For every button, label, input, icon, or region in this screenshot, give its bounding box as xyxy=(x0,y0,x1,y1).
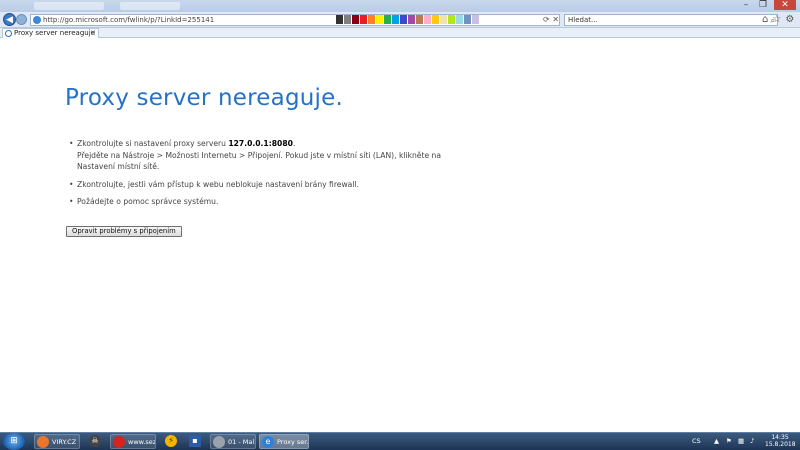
firefox-icon xyxy=(37,436,49,448)
ie-tab-icon xyxy=(5,30,12,37)
palette-swatch[interactable] xyxy=(448,15,455,24)
taskbar-item-viry[interactable]: VIRY.CZ •... xyxy=(34,434,80,449)
palette-swatch[interactable] xyxy=(432,15,439,24)
palette-swatch[interactable] xyxy=(424,15,431,24)
proxy-address: 127.0.0.1:8080 xyxy=(228,139,293,148)
palette-swatch[interactable] xyxy=(472,15,479,24)
internet-explorer-icon: e xyxy=(262,436,274,448)
taskbar: ⊞ VIRY.CZ •... ☠ www.sez... ⚡ ▪ 01 - Mal… xyxy=(0,432,800,450)
volume-icon[interactable]: ♪ xyxy=(750,434,754,449)
palette-swatch[interactable] xyxy=(400,15,407,24)
tab-proxy-server[interactable]: Proxy server nereaguje ✕ xyxy=(2,28,99,38)
background-tab-ghost xyxy=(34,2,104,10)
palette-swatch[interactable] xyxy=(336,15,343,24)
list-item: Zkontrolujte, jestli vám přístup k webu … xyxy=(69,179,477,191)
language-indicator[interactable]: CS xyxy=(692,434,701,449)
page-title: Proxy server nereaguje. xyxy=(65,85,343,111)
palette-swatch[interactable] xyxy=(416,15,423,24)
taskbar-item-proxy[interactable]: e Proxy ser... xyxy=(259,434,309,449)
gear-icon[interactable]: ⚙ xyxy=(785,13,794,27)
tip-1-instructions: Přejděte na Nástroje > Možnosti Internet… xyxy=(77,150,441,172)
tip-1-prefix: Zkontrolujte si nastavení proxy serveru xyxy=(77,139,229,148)
palette-swatch[interactable] xyxy=(384,15,391,24)
taskbar-item-label: Proxy ser... xyxy=(277,438,309,446)
network-icon[interactable]: ▦ xyxy=(738,434,744,449)
palette-swatch[interactable] xyxy=(376,15,383,24)
flag-icon[interactable]: ⚑ xyxy=(726,434,732,449)
taskbar-item-label: 01 - Mal... xyxy=(228,438,255,446)
tray-expand-icon[interactable]: ▲ xyxy=(714,434,719,449)
palette-swatch[interactable] xyxy=(440,15,447,24)
taskbar-item-seznam[interactable]: www.sez... xyxy=(110,434,156,449)
color-palette-toolbar xyxy=(336,15,479,24)
tip-3-text: Požádejte o pomoc správce systému. xyxy=(77,197,219,206)
home-icon[interactable]: ⌂ xyxy=(762,13,768,27)
palette-swatch[interactable] xyxy=(352,15,359,24)
tab-bar: Proxy server nereaguje ✕ xyxy=(0,28,800,38)
toolbar-icons: ⌂ ☆ ⚙ xyxy=(762,13,794,27)
refresh-icon[interactable]: ⟳ ✕ xyxy=(543,14,559,26)
palette-swatch[interactable] xyxy=(408,15,415,24)
palette-swatch[interactable] xyxy=(360,15,367,24)
forward-button[interactable] xyxy=(16,14,27,25)
tip-2-text: Zkontrolujte, jestli vám přístup k webu … xyxy=(77,179,359,189)
navigation-bar: ◀ http://go.microsoft.com/fwlink/p/?Link… xyxy=(0,12,800,28)
window-title-bar: – ❐ ✕ xyxy=(0,0,800,12)
malware-icon[interactable]: ☠ xyxy=(85,434,105,449)
address-bar[interactable]: http://go.microsoft.com/fwlink/p/?LinkId… xyxy=(30,14,560,26)
favorites-star-icon[interactable]: ☆ xyxy=(772,13,781,27)
search-placeholder: Hledat... xyxy=(568,16,598,24)
screen: – ❐ ✕ ◀ http://go.microsoft.com/fwlink/p… xyxy=(0,0,800,450)
ie-page-icon xyxy=(33,16,41,24)
tab-close-icon[interactable]: ✕ xyxy=(90,29,96,38)
close-icon[interactable]: ✕ xyxy=(774,0,796,10)
clock-date: 15.8.2018 xyxy=(765,441,796,448)
palette-swatch[interactable] xyxy=(456,15,463,24)
palette-swatch[interactable] xyxy=(368,15,375,24)
floppy-disk-icon[interactable]: ▪ xyxy=(186,434,206,449)
maximize-icon[interactable]: ❐ xyxy=(755,0,771,10)
clock-time: 14:35 xyxy=(771,434,789,441)
background-tab-ghost xyxy=(120,2,180,10)
address-url: http://go.microsoft.com/fwlink/p/?LinkId… xyxy=(43,16,215,24)
list-item: Zkontrolujte si nastavení proxy serveru … xyxy=(69,138,477,173)
winamp-icon[interactable]: ⚡ xyxy=(162,434,182,449)
palette-swatch[interactable] xyxy=(464,15,471,24)
palette-swatch[interactable] xyxy=(344,15,351,24)
troubleshooting-list: Zkontrolujte si nastavení proxy serveru … xyxy=(69,138,477,214)
taskbar-item-mal[interactable]: 01 - Mal... xyxy=(210,434,256,449)
tab-title: Proxy server nereaguje xyxy=(14,29,95,37)
media-player-icon xyxy=(213,436,225,448)
back-button[interactable]: ◀ xyxy=(3,13,16,26)
fix-connection-button[interactable]: Opravit problémy s připojením xyxy=(66,226,182,237)
search-box[interactable]: Hledat... ⌕ xyxy=(564,14,778,26)
taskbar-item-label: VIRY.CZ •... xyxy=(52,438,79,446)
start-button[interactable]: ⊞ xyxy=(3,433,25,450)
palette-swatch[interactable] xyxy=(392,15,399,24)
tip-1-suffix: . xyxy=(292,139,296,148)
minimize-icon[interactable]: – xyxy=(738,0,754,10)
taskbar-item-label: www.sez... xyxy=(128,438,156,446)
list-item: Požádejte o pomoc správce systému. xyxy=(69,196,477,208)
page-content: Proxy server nereaguje. Zkontrolujte si … xyxy=(0,39,800,432)
clock[interactable]: 14:35 15.8.2018 xyxy=(765,434,796,448)
opera-icon xyxy=(113,436,125,448)
